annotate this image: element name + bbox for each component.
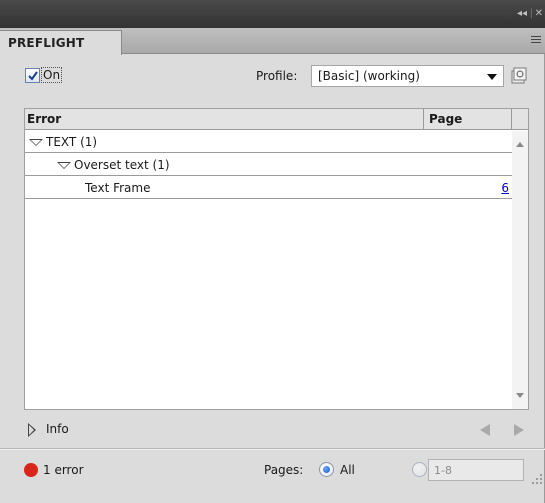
panel-menu-icon[interactable] bbox=[527, 32, 543, 48]
title-bar-separator: | bbox=[529, 8, 533, 19]
page-link[interactable]: 6 bbox=[501, 181, 509, 195]
pages-label: Pages: bbox=[264, 463, 304, 477]
divider bbox=[0, 449, 545, 450]
column-divider[interactable] bbox=[423, 109, 424, 130]
panel-title-bar: ◂◂ | ✕ bbox=[0, 0, 545, 28]
table-row[interactable]: Text Frame 6 bbox=[25, 177, 512, 199]
on-label[interactable]: On bbox=[41, 67, 63, 83]
error-count[interactable]: 1 error bbox=[43, 463, 84, 477]
column-divider[interactable] bbox=[511, 109, 512, 130]
pages-all-label[interactable]: All bbox=[340, 463, 355, 477]
expand-triangle-icon[interactable] bbox=[29, 139, 43, 146]
info-expand-icon[interactable] bbox=[28, 423, 36, 437]
collapse-icon[interactable]: ◂◂ bbox=[517, 8, 527, 20]
profile-label: Profile: bbox=[256, 69, 298, 83]
pages-all-radio[interactable] bbox=[319, 462, 334, 477]
vertical-scrollbar[interactable] bbox=[512, 131, 528, 409]
status-row: 1 error Pages: All 1-8 bbox=[0, 456, 545, 486]
error-list: Error Page TEXT (1) Overset text (1) Tex… bbox=[24, 108, 529, 410]
tab-row: PREFLIGHT bbox=[0, 28, 545, 55]
error-rows: TEXT (1) Overset text (1) Text Frame 6 bbox=[25, 131, 512, 409]
pages-range-value: 1-8 bbox=[434, 464, 452, 477]
row-label: Overset text (1) bbox=[74, 158, 170, 172]
scroll-up-icon[interactable] bbox=[516, 142, 524, 147]
profile-select-value: [Basic] (working) bbox=[318, 69, 420, 83]
error-list-header: Error Page bbox=[25, 109, 528, 130]
close-icon[interactable]: ✕ bbox=[535, 8, 543, 20]
on-checkbox[interactable] bbox=[25, 68, 40, 83]
pages-range-radio[interactable] bbox=[412, 462, 427, 477]
table-row[interactable]: TEXT (1) bbox=[25, 131, 512, 153]
checkmark-icon bbox=[28, 71, 38, 81]
tab-preflight-label: PREFLIGHT bbox=[8, 36, 85, 50]
define-profiles-icon[interactable] bbox=[509, 66, 528, 85]
preflight-panel: ◂◂ | ✕ PREFLIGHT On Profile: [Basic] (wo… bbox=[0, 0, 545, 503]
row-label: TEXT (1) bbox=[46, 135, 98, 149]
control-row: On Profile: [Basic] (working) bbox=[0, 62, 545, 92]
info-row: Info bbox=[0, 418, 545, 442]
column-header-page[interactable]: Page bbox=[429, 112, 462, 126]
scroll-down-icon[interactable] bbox=[516, 393, 524, 398]
tab-preflight[interactable]: PREFLIGHT bbox=[0, 30, 122, 55]
previous-icon[interactable] bbox=[480, 424, 490, 436]
next-icon[interactable] bbox=[514, 424, 524, 436]
error-status-icon bbox=[24, 463, 38, 477]
info-label[interactable]: Info bbox=[46, 422, 69, 436]
pages-range-input[interactable]: 1-8 bbox=[428, 459, 524, 481]
column-header-error[interactable]: Error bbox=[27, 112, 61, 126]
resize-grip-icon[interactable] bbox=[532, 474, 542, 484]
expand-triangle-icon[interactable] bbox=[57, 162, 71, 169]
profile-select[interactable]: [Basic] (working) bbox=[311, 65, 504, 87]
row-label: Text Frame bbox=[85, 181, 151, 195]
table-row[interactable]: Overset text (1) bbox=[25, 154, 512, 176]
chevron-down-icon bbox=[487, 74, 497, 80]
